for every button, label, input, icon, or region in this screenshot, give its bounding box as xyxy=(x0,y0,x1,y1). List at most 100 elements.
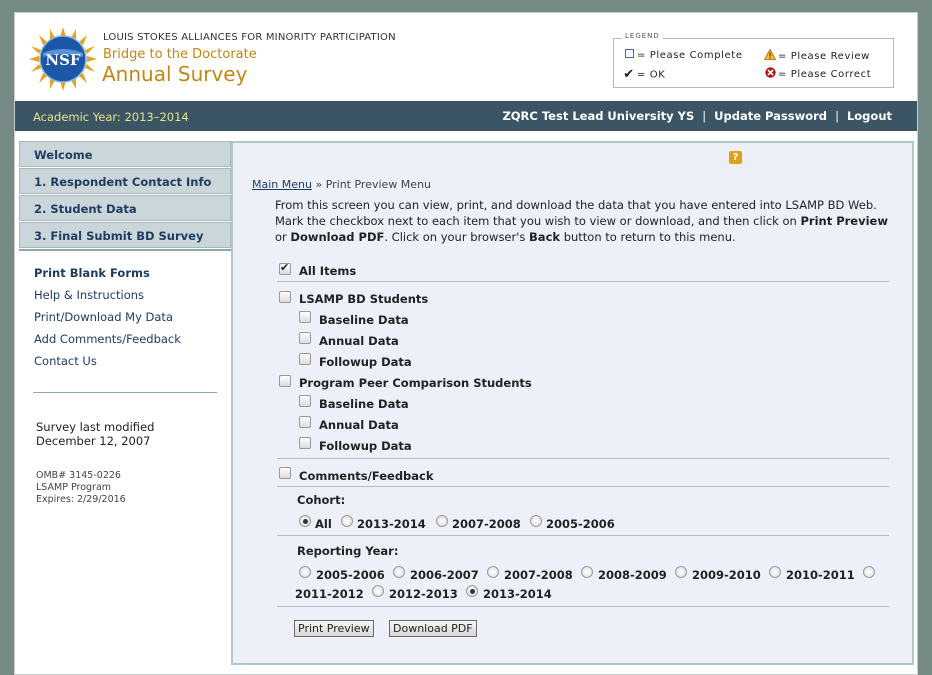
peer-students-label: Program Peer Comparison Students xyxy=(299,376,532,390)
lsamp-followup-label: Followup Data xyxy=(319,355,412,369)
year-2008-2009-label: 2008-2009 xyxy=(598,568,667,582)
reporting-year-label: Reporting Year: xyxy=(297,544,399,558)
legend-ok: ✔ = OK xyxy=(623,67,666,82)
warning-icon xyxy=(763,48,777,63)
year-2012-2013-label: 2012-2013 xyxy=(389,587,458,601)
omb-info: OMB# 3145-0226 LSAMP Program Expires: 2/… xyxy=(36,470,126,506)
comments-label: Comments/Feedback xyxy=(299,469,434,483)
checkmark-icon: ✔ xyxy=(623,67,635,82)
year-2011-2012-label: 2011-2012 xyxy=(295,587,364,601)
lsamp-followup-checkbox[interactable] xyxy=(299,353,311,365)
lsamp-students-checkbox[interactable] xyxy=(279,291,291,303)
print-download-link[interactable]: Print/Download My Data xyxy=(34,310,173,324)
legend: LEGEND = Please Complete ✔ = OK = Please … xyxy=(613,32,894,88)
add-comments-link[interactable]: Add Comments/Feedback xyxy=(34,332,181,346)
main-menu-link[interactable]: Main Menu xyxy=(252,178,312,191)
empty-box-icon xyxy=(623,49,635,61)
top-bar: Academic Year: 2013–2014 ZQRC Test Lead … xyxy=(15,101,917,131)
cohort-2013-2014-radio[interactable] xyxy=(341,515,353,527)
year-2005-2006-label: 2005-2006 xyxy=(316,568,385,582)
peer-annual-checkbox[interactable] xyxy=(299,416,311,428)
cohort-2005-2006-radio[interactable] xyxy=(530,515,542,527)
peer-followup-checkbox[interactable] xyxy=(299,437,311,449)
lsamp-students-label: LSAMP BD Students xyxy=(299,292,429,306)
divider xyxy=(277,281,889,282)
year-2009-2010-radio[interactable] xyxy=(675,566,687,578)
year-2011-2012-radio[interactable] xyxy=(863,566,875,578)
user-bar: ZQRC Test Lead University YS | Update Pa… xyxy=(502,109,892,123)
divider xyxy=(33,392,217,393)
print-preview-button[interactable]: Print Preview xyxy=(294,620,374,637)
divider xyxy=(277,535,889,536)
year-2007-2008-label: 2007-2008 xyxy=(504,568,573,582)
omb-program: LSAMP Program xyxy=(36,482,112,493)
instructions: From this screen you can view, print, an… xyxy=(275,198,888,244)
nav-respondent-contact-info[interactable]: 1. Respondent Contact Info xyxy=(19,168,231,194)
peer-followup-label: Followup Data xyxy=(319,439,412,453)
legend-title: LEGEND xyxy=(622,32,663,40)
logout-link[interactable]: Logout xyxy=(847,109,892,123)
year-2013-2014-label: 2013-2014 xyxy=(483,587,552,601)
divider xyxy=(277,486,889,487)
last-modified-label: Survey last modified xyxy=(36,420,155,434)
sidebar: Welcome 1. Respondent Contact Info 2. St… xyxy=(19,141,231,674)
year-2007-2008-radio[interactable] xyxy=(487,566,499,578)
peer-baseline-label: Baseline Data xyxy=(319,397,409,411)
cohort-2005-2006-label: 2005-2006 xyxy=(546,517,615,531)
last-modified: Survey last modified December 12, 2007 xyxy=(36,420,154,448)
download-pdf-button[interactable]: Download PDF xyxy=(389,620,477,637)
comments-checkbox[interactable] xyxy=(279,467,291,479)
update-password-link[interactable]: Update Password xyxy=(714,109,827,123)
error-icon xyxy=(764,67,776,81)
divider xyxy=(19,249,231,251)
year-2009-2010-label: 2009-2010 xyxy=(692,568,761,582)
academic-year: Academic Year: 2013–2014 xyxy=(33,110,189,124)
legend-correct: = Please Correct xyxy=(764,67,871,81)
year-2006-2007-radio[interactable] xyxy=(393,566,405,578)
cohort-2013-2014-label: 2013-2014 xyxy=(357,517,426,531)
year-2010-2011-label: 2010-2011 xyxy=(786,568,855,582)
year-2006-2007-label: 2006-2007 xyxy=(410,568,479,582)
cohort-2007-2008-radio[interactable] xyxy=(436,515,448,527)
help-instructions-link[interactable]: Help & Instructions xyxy=(34,288,144,302)
divider xyxy=(277,458,889,459)
peer-students-checkbox[interactable] xyxy=(279,375,291,387)
cohort-all-label: All xyxy=(315,517,332,531)
cohort-all-radio[interactable] xyxy=(299,515,311,527)
user-name: ZQRC Test Lead University YS xyxy=(502,109,695,123)
lsamp-annual-label: Annual Data xyxy=(319,334,399,348)
cohort-label: Cohort: xyxy=(297,493,346,507)
nav-student-data[interactable]: 2. Student Data xyxy=(19,195,231,221)
year-2010-2011-radio[interactable] xyxy=(769,566,781,578)
year-2008-2009-radio[interactable] xyxy=(581,566,593,578)
legend-complete: = Please Complete xyxy=(623,49,743,61)
nav-welcome[interactable]: Welcome xyxy=(19,141,231,167)
last-modified-date: December 12, 2007 xyxy=(36,434,151,448)
peer-baseline-checkbox[interactable] xyxy=(299,395,311,407)
svg-text:NSF: NSF xyxy=(45,51,81,69)
all-items-checkbox[interactable] xyxy=(279,261,291,275)
separator: | xyxy=(702,109,707,123)
divider xyxy=(277,606,889,607)
cohort-2007-2008-label: 2007-2008 xyxy=(452,517,521,531)
year-2013-2014-radio[interactable] xyxy=(466,585,478,597)
org-name: LOUIS STOKES ALLIANCES FOR MINORITY PART… xyxy=(103,32,396,43)
main-panel: ? Main Menu » Print Preview Menu From th… xyxy=(231,141,914,665)
lsamp-annual-checkbox[interactable] xyxy=(299,332,311,344)
lsamp-baseline-checkbox[interactable] xyxy=(299,311,311,323)
program-name: Bridge to the Doctorate xyxy=(103,47,257,62)
legend-review: = Please Review xyxy=(763,48,870,63)
all-items-label: All Items xyxy=(299,264,357,278)
year-2005-2006-radio[interactable] xyxy=(299,566,311,578)
separator: | xyxy=(835,109,839,123)
lsamp-baseline-label: Baseline Data xyxy=(319,313,409,327)
page-frame: NSF LOUIS STOKES ALLIANCES FOR MINORITY … xyxy=(14,12,918,675)
breadcrumb: Main Menu » Print Preview Menu xyxy=(252,178,431,191)
print-blank-forms-link[interactable]: Print Blank Forms xyxy=(34,266,150,280)
omb-number: OMB# 3145-0226 xyxy=(36,470,121,481)
contact-us-link[interactable]: Contact Us xyxy=(34,354,97,368)
nsf-logo: NSF xyxy=(29,27,97,91)
help-icon[interactable]: ? xyxy=(729,151,742,164)
nav-final-submit[interactable]: 3. Final Submit BD Survey xyxy=(19,222,231,248)
year-2012-2013-radio[interactable] xyxy=(372,585,384,597)
